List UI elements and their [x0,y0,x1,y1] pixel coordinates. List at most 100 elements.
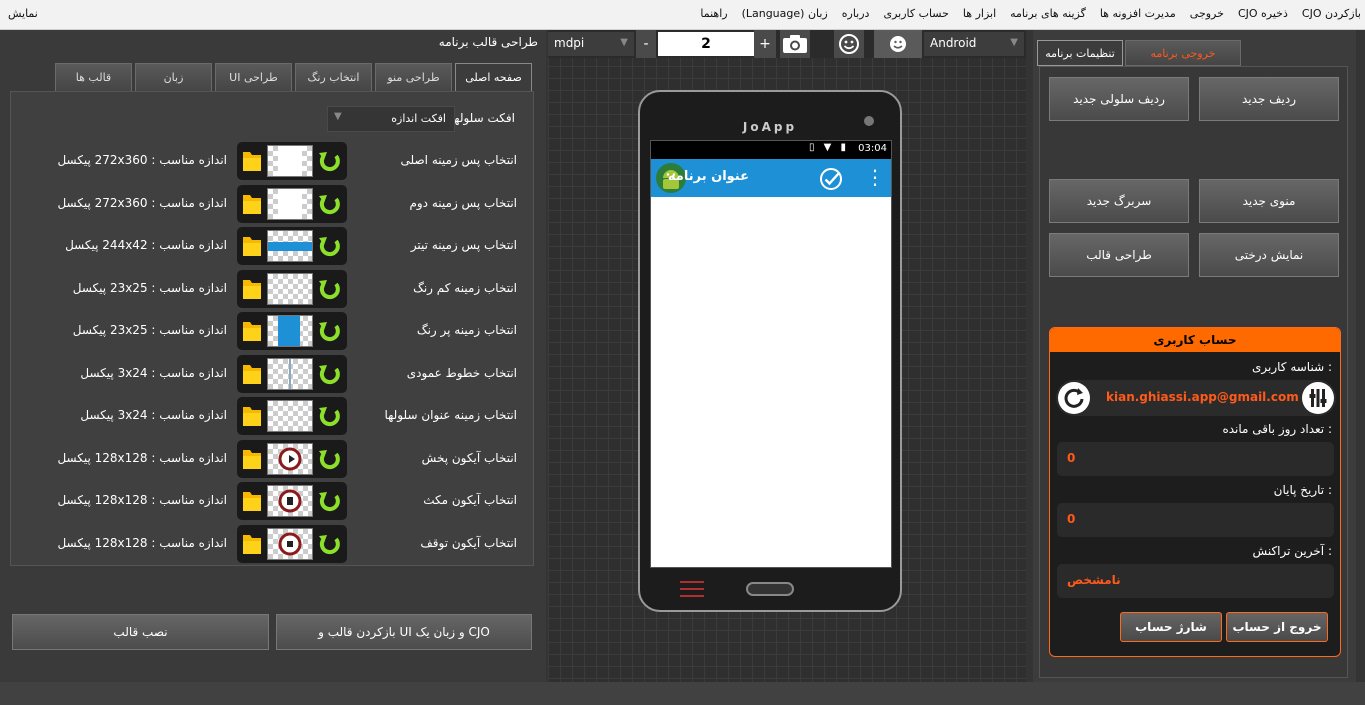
menu-language[interactable]: زبان (Language) [742,7,828,20]
image-picker [237,269,347,308]
menu-user-account[interactable]: حساب کاربری [883,7,948,20]
chevron-down-icon: ▼ [334,111,342,122]
image-picker [237,312,347,350]
tools-icon[interactable] [1302,382,1334,414]
menu-view[interactable]: نمایش [8,7,38,20]
image-picker-label: انتخاب پس زمینه اصلی [400,153,517,167]
image-preview [267,315,313,347]
image-preview [267,400,313,432]
recommended-size-text: اندازه مناسب : 244x42 پیکسل [65,238,227,252]
tab-language[interactable]: زبان [135,63,212,91]
menu-open-cjo[interactable]: بازکردن CJO [1302,7,1361,20]
folder-icon[interactable] [241,404,263,428]
image-picker-row: انتخاب آیکون توقف اندازه مناسب : 128x128 … [9,524,533,563]
app-settings-box: ردیف جدید ردیف سلولی جدید منوی جدید سربر… [1039,66,1348,678]
phone-preview: JoApp ▯ ▼ ▮ 03:04 عنوان برنامه ⋮ [638,90,902,612]
user-id-label: شناسه کاربری : [1251,360,1332,374]
install-template-button[interactable]: نصب قالب [12,614,269,650]
tab-app-output[interactable]: خروجی برنامه [1125,40,1241,66]
charge-account-button[interactable]: شارژ حساب [1120,612,1222,642]
panel-title: طراحی قالب برنامه [438,35,538,49]
reset-icon[interactable] [317,318,343,344]
preview-area: mdpi ▼ - 2 + Android ▼ JoApp ▯ ▼ ▮ 03:04… [548,30,1026,682]
tab-menu-design[interactable]: طراحی منو [375,63,452,91]
image-picker-label: انتخاب پس زمینه دوم [409,195,517,210]
template-design-panel: طراحی قالب برنامه صفحه اصلی طراحی منو ان… [0,30,546,682]
reset-icon[interactable] [317,446,343,472]
tab-app-settings[interactable]: تنظیمات برنامه [1037,40,1123,66]
cell-effect-value: افکت اندازه [391,112,446,125]
reset-icon[interactable] [317,276,343,302]
menu-help[interactable]: راهنما [700,7,727,20]
image-picker [237,354,347,393]
reset-icon[interactable] [317,403,343,429]
more-vert-icon[interactable]: ⋮ [865,165,885,189]
last-transaction-label: آخرین تراکنش : [1252,544,1332,558]
app-title: عنوان برنامه [667,169,749,184]
menu-output[interactable]: خروجی [1190,7,1224,20]
zoom-in-button[interactable]: + [754,30,776,58]
camera-icon[interactable] [780,30,810,58]
image-preview [267,272,313,305]
tab-templates[interactable]: قالب ها [55,63,132,91]
new-cell-row-button[interactable]: ردیف سلولی جدید [1049,77,1189,121]
menu-about[interactable]: درباره [842,7,870,20]
reset-icon[interactable] [317,488,343,514]
image-preview [267,145,313,177]
menu-tools[interactable]: ابزار ها [963,7,996,20]
menu-app-options[interactable]: گزینه های برنامه [1010,7,1086,20]
folder-icon[interactable] [241,489,263,513]
image-picker-row: انتخاب خطوط عمودی اندازه مناسب : 3x24 پیک… [9,354,533,393]
reset-icon[interactable] [317,191,343,217]
folder-icon[interactable] [241,192,263,216]
reset-icon[interactable] [317,148,343,174]
image-picker-label: انتخاب آیکون مکث [423,493,517,507]
user-account-box: حساب کاربری شناسه کاربری : kian.ghiassi.… [1049,327,1341,657]
image-picker-row: انتخاب آیکون مکث اندازه مناسب : 128x128 پ… [9,482,533,520]
smiley-icon[interactable] [834,30,864,58]
recommended-size-text: اندازه مناسب : 272x360 پیکسل [57,153,227,167]
folder-icon[interactable] [241,532,263,556]
zoom-out-button[interactable]: - [636,30,656,58]
folder-icon[interactable] [241,362,263,386]
tab-ui-design[interactable]: طراحی UI [215,63,292,91]
new-menu-button[interactable]: منوی جدید [1199,179,1339,223]
tab-main-page[interactable]: صفحه اصلی [455,63,532,91]
chevron-down-icon: ▼ [620,37,628,48]
platform-select[interactable]: Android ▼ [924,32,1024,56]
reset-icon[interactable] [317,531,343,557]
image-picker-label: انتخاب زمینه کم رنگ [413,280,517,295]
folder-icon[interactable] [241,277,263,301]
reset-icon[interactable] [317,361,343,387]
image-picker [237,439,347,478]
folder-icon[interactable] [241,319,263,343]
preview-toolbar: mdpi ▼ - 2 + Android ▼ [548,30,1026,58]
folder-icon[interactable] [241,234,263,258]
phone-camera-icon [864,116,874,126]
template-design-button[interactable]: طراحی قالب [1049,233,1189,277]
emoji-icon[interactable] [874,30,922,58]
app-settings-panel: تنظیمات برنامه خروجی برنامه ردیف جدید رد… [1033,30,1356,682]
logout-button[interactable]: خروج از حساب [1226,612,1328,642]
check-icon[interactable] [819,167,843,191]
open-cjo-template-button[interactable]: بازکردن قالب و UI و زبان یک CJO [276,614,532,650]
status-bar: ▯ ▼ ▮ 03:04 [651,141,891,159]
zoom-value[interactable]: 2 [658,32,754,56]
phone-nav [640,576,900,606]
reset-icon[interactable] [317,233,343,259]
tab-color-pick[interactable]: انتخاب رنگ [295,63,372,91]
image-preview [267,485,313,517]
template-tabs: صفحه اصلی طراحی منو انتخاب رنگ طراحی UI … [55,63,532,91]
density-select[interactable]: mdpi ▼ [548,32,634,56]
recommended-size-text: اندازه مناسب : 128x128 پیکسل [57,450,227,465]
refresh-icon[interactable] [1058,382,1090,414]
tree-view-button[interactable]: نمایش درختی [1199,233,1339,277]
folder-icon[interactable] [241,149,263,173]
folder-icon[interactable] [241,447,263,471]
menu-plugin-manager[interactable]: مدیرت افزونه ها [1100,7,1176,20]
new-header-button[interactable]: سربرگ جدید [1049,179,1189,223]
cell-effect-select[interactable]: افکت اندازه ▼ [327,106,455,132]
new-row-button[interactable]: ردیف جدید [1199,77,1339,121]
last-transaction-value: نامشخص [1057,564,1334,598]
menu-save-cjo[interactable]: ذخیره CJO [1238,7,1288,20]
